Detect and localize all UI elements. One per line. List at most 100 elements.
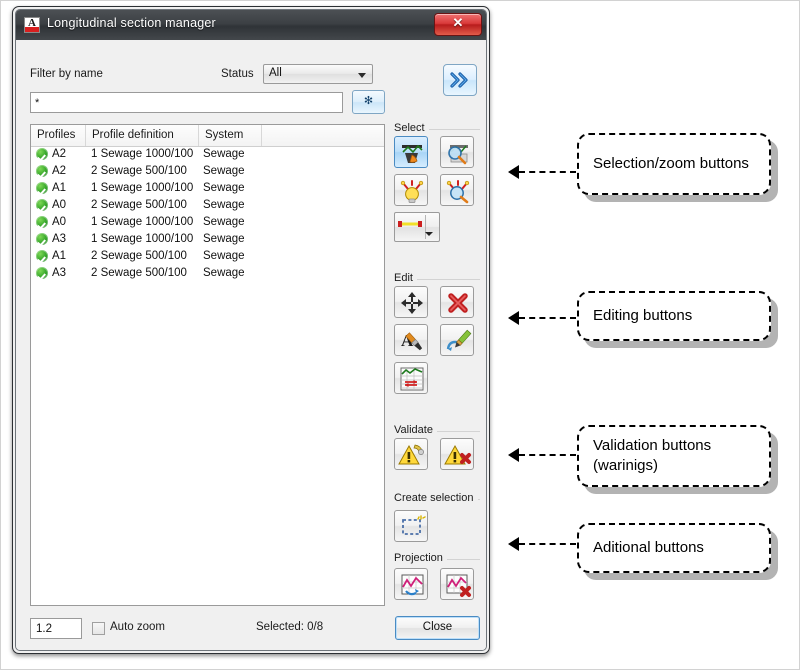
column-header-profiles[interactable]: Profiles <box>31 125 86 146</box>
zoom-highlight-button[interactable] <box>440 174 474 206</box>
callout-arrow-line-2 <box>519 317 576 319</box>
table-row[interactable]: A3 2 Sewage 500/100 Sewage <box>31 265 384 282</box>
callout-editing: Editing buttons <box>577 291 771 341</box>
title-bar: A Longitudinal section manager ✕ <box>16 10 486 40</box>
cell-profile: A0 <box>52 199 67 211</box>
cell-system: Sewage <box>203 199 245 211</box>
highlight-profile-button[interactable] <box>394 174 428 206</box>
chart-swap-icon <box>400 367 424 391</box>
delete-projection-button[interactable] <box>440 568 474 600</box>
lightbulb-highlight-icon <box>400 180 424 203</box>
callout-validation: Validation buttons (warinigs) <box>577 425 771 487</box>
callout-additional-text: Aditional buttons <box>593 539 704 556</box>
chart-projection-icon <box>401 574 424 596</box>
edit-labels-button[interactable]: A <box>394 324 428 356</box>
expand-panel-button[interactable] <box>443 64 477 96</box>
select-group-title: Select <box>394 122 429 134</box>
validate-profile-button[interactable] <box>394 438 428 470</box>
double-chevron-right-icon <box>450 72 468 88</box>
longitudinal-section-manager-dialog: A Longitudinal section manager ✕ Filter … <box>12 6 490 654</box>
window-close-button[interactable]: ✕ <box>434 13 482 36</box>
status-ok-icon <box>36 165 48 177</box>
cell-profile: A1 <box>52 182 67 194</box>
window-title: Longitudinal section manager <box>47 16 216 30</box>
cell-profile: A3 <box>52 233 67 245</box>
red-cross-icon <box>448 293 468 313</box>
status-ok-icon <box>36 148 48 160</box>
cell-profile: A2 <box>52 148 67 160</box>
projection-button-group: Projection <box>394 552 480 612</box>
asterisk-icon: ✻ <box>363 95 374 107</box>
status-ok-icon <box>36 267 48 279</box>
table-row[interactable]: A3 1 Sewage 1000/100 Sewage <box>31 231 384 248</box>
swap-profile-data-button[interactable] <box>394 362 428 394</box>
table-row[interactable]: A0 1 Sewage 1000/100 Sewage <box>31 214 384 231</box>
create-selection-set-button[interactable] <box>394 510 428 542</box>
status-ok-icon <box>36 250 48 262</box>
cursor-pick-profile-icon <box>402 144 423 163</box>
close-button[interactable]: Close <box>395 616 480 640</box>
create-selection-group-title: Create selection <box>394 492 478 504</box>
cell-definition: 1 Sewage 1000/100 <box>91 182 194 194</box>
zoom-factor-input[interactable] <box>30 618 82 639</box>
select-button-group: Select <box>394 122 480 242</box>
chart-projection-delete-icon <box>446 574 471 597</box>
close-button-label: Close <box>422 621 453 633</box>
cell-definition: 2 Sewage 500/100 <box>91 165 187 177</box>
callout-arrow-head-3 <box>508 448 519 462</box>
auto-zoom-checkbox[interactable] <box>92 622 105 635</box>
cell-system: Sewage <box>203 233 245 245</box>
table-header-row: Profiles Profile definition System <box>31 125 384 147</box>
callout-arrow-head-1 <box>508 165 519 179</box>
cell-profile: A0 <box>52 216 67 228</box>
line-style-split-button[interactable] <box>394 212 440 242</box>
select-profile-in-drawing-button[interactable] <box>394 136 428 168</box>
table-row[interactable]: A0 2 Sewage 500/100 Sewage <box>31 197 384 214</box>
callout-additional: Aditional buttons <box>577 523 771 573</box>
status-label: Status <box>221 68 254 80</box>
projection-group-title: Projection <box>394 552 447 564</box>
add-projection-button[interactable] <box>394 568 428 600</box>
filter-by-name-label: Filter by name <box>30 68 103 80</box>
selected-count-status: Selected: 0/8 <box>256 621 324 633</box>
filter-name-input[interactable] <box>30 92 343 113</box>
auto-zoom-label: Auto zoom <box>110 621 165 633</box>
cell-system: Sewage <box>203 250 245 262</box>
callout-arrow-line-1 <box>519 171 576 173</box>
table-row[interactable]: A1 2 Sewage 500/100 Sewage <box>31 248 384 265</box>
close-icon: ✕ <box>452 15 464 30</box>
edit-group-title: Edit <box>394 272 417 284</box>
edit-properties-button[interactable] <box>440 324 474 356</box>
profiles-table[interactable]: Profiles Profile definition System A2 1 S… <box>30 124 385 606</box>
move-profile-button[interactable] <box>394 286 428 318</box>
cell-system: Sewage <box>203 182 245 194</box>
table-row[interactable]: A1 1 Sewage 1000/100 Sewage <box>31 180 384 197</box>
delete-profile-button[interactable] <box>440 286 474 318</box>
status-dropdown[interactable]: All <box>263 64 373 84</box>
cell-definition: 2 Sewage 500/100 <box>91 199 187 211</box>
table-row[interactable]: A2 1 Sewage 1000/100 Sewage <box>31 146 384 163</box>
validate-button-group: Validate <box>394 424 480 484</box>
cell-definition: 1 Sewage 1000/100 <box>91 148 194 160</box>
callout-arrow-line-3 <box>519 454 576 456</box>
column-header-definition[interactable]: Profile definition <box>86 125 199 146</box>
status-ok-icon <box>36 199 48 211</box>
status-ok-icon <box>36 182 48 194</box>
status-ok-icon <box>36 216 48 228</box>
autocad-a-icon: A <box>24 17 40 33</box>
cell-profile: A1 <box>52 250 67 262</box>
cell-system: Sewage <box>203 148 245 160</box>
chevron-down-icon <box>425 232 433 236</box>
dialog-client-area: Filter by name Status All ✻ <box>16 40 486 650</box>
table-row[interactable]: A2 2 Sewage 500/100 Sewage <box>31 163 384 180</box>
dialog-inner-frame: A Longitudinal section manager ✕ Filter … <box>15 9 487 651</box>
validate-group-title: Validate <box>394 424 437 436</box>
zoom-to-profile-button[interactable] <box>440 136 474 168</box>
callout-arrow-line-4 <box>519 543 576 545</box>
column-header-blank[interactable] <box>262 125 384 146</box>
clear-warnings-button[interactable] <box>440 438 474 470</box>
magnifier-profile-icon <box>448 145 468 165</box>
apply-filter-button[interactable]: ✻ <box>352 90 385 114</box>
column-header-system[interactable]: System <box>199 125 262 146</box>
cell-profile: A3 <box>52 267 67 279</box>
